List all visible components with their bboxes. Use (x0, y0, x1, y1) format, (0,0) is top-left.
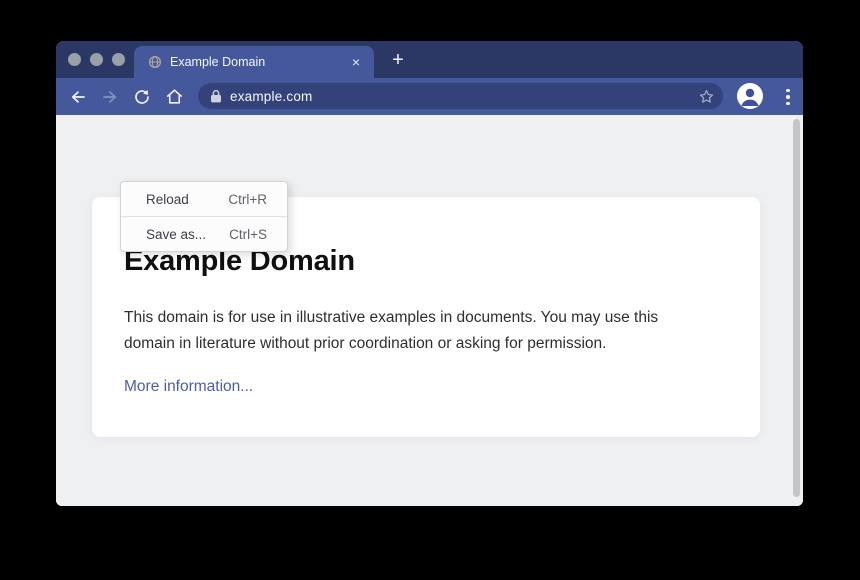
toolbar: example.com (56, 78, 803, 115)
menu-item-save-as[interactable]: Save as... Ctrl+S (121, 217, 287, 251)
titlebar: Example Domain × + (56, 41, 803, 78)
menu-item-label: Save as... (146, 227, 206, 242)
context-menu: Reload Ctrl+R Save as... Ctrl+S (120, 181, 288, 252)
lock-icon[interactable] (210, 89, 222, 103)
menu-item-reload[interactable]: Reload Ctrl+R (121, 182, 287, 216)
kebab-menu-icon[interactable] (779, 87, 797, 107)
home-button[interactable] (160, 83, 188, 111)
menu-item-shortcut: Ctrl+R (228, 192, 267, 207)
minimize-window-button[interactable] (90, 53, 103, 66)
address-bar[interactable]: example.com (198, 83, 723, 109)
back-icon (69, 88, 87, 106)
star-icon[interactable] (698, 88, 715, 105)
reload-icon (133, 88, 151, 106)
reload-button[interactable] (128, 83, 156, 111)
globe-favicon-icon (148, 55, 162, 69)
tab-close-icon[interactable]: × (348, 53, 364, 71)
tab-title: Example Domain (170, 55, 348, 69)
window-controls (68, 53, 125, 66)
menu-item-label: Reload (146, 192, 189, 207)
page-paragraph: This domain is for use in illustrative e… (124, 305, 712, 357)
forward-button[interactable] (96, 83, 124, 111)
back-button[interactable] (64, 83, 92, 111)
tab-example-domain[interactable]: Example Domain × (134, 46, 374, 78)
scrollbar-thumb[interactable] (793, 119, 800, 497)
page-viewport: Example Domain This domain is for use in… (56, 115, 803, 506)
forward-icon (101, 88, 119, 106)
home-icon (165, 87, 184, 106)
url-text: example.com (230, 89, 698, 104)
menu-item-shortcut: Ctrl+S (229, 227, 267, 242)
close-window-button[interactable] (68, 53, 81, 66)
profile-avatar-icon[interactable] (737, 83, 763, 109)
new-tab-button[interactable]: + (386, 49, 410, 73)
zoom-window-button[interactable] (112, 53, 125, 66)
browser-window: Example Domain × + (56, 41, 803, 506)
more-information-link[interactable]: More information... (124, 378, 253, 396)
